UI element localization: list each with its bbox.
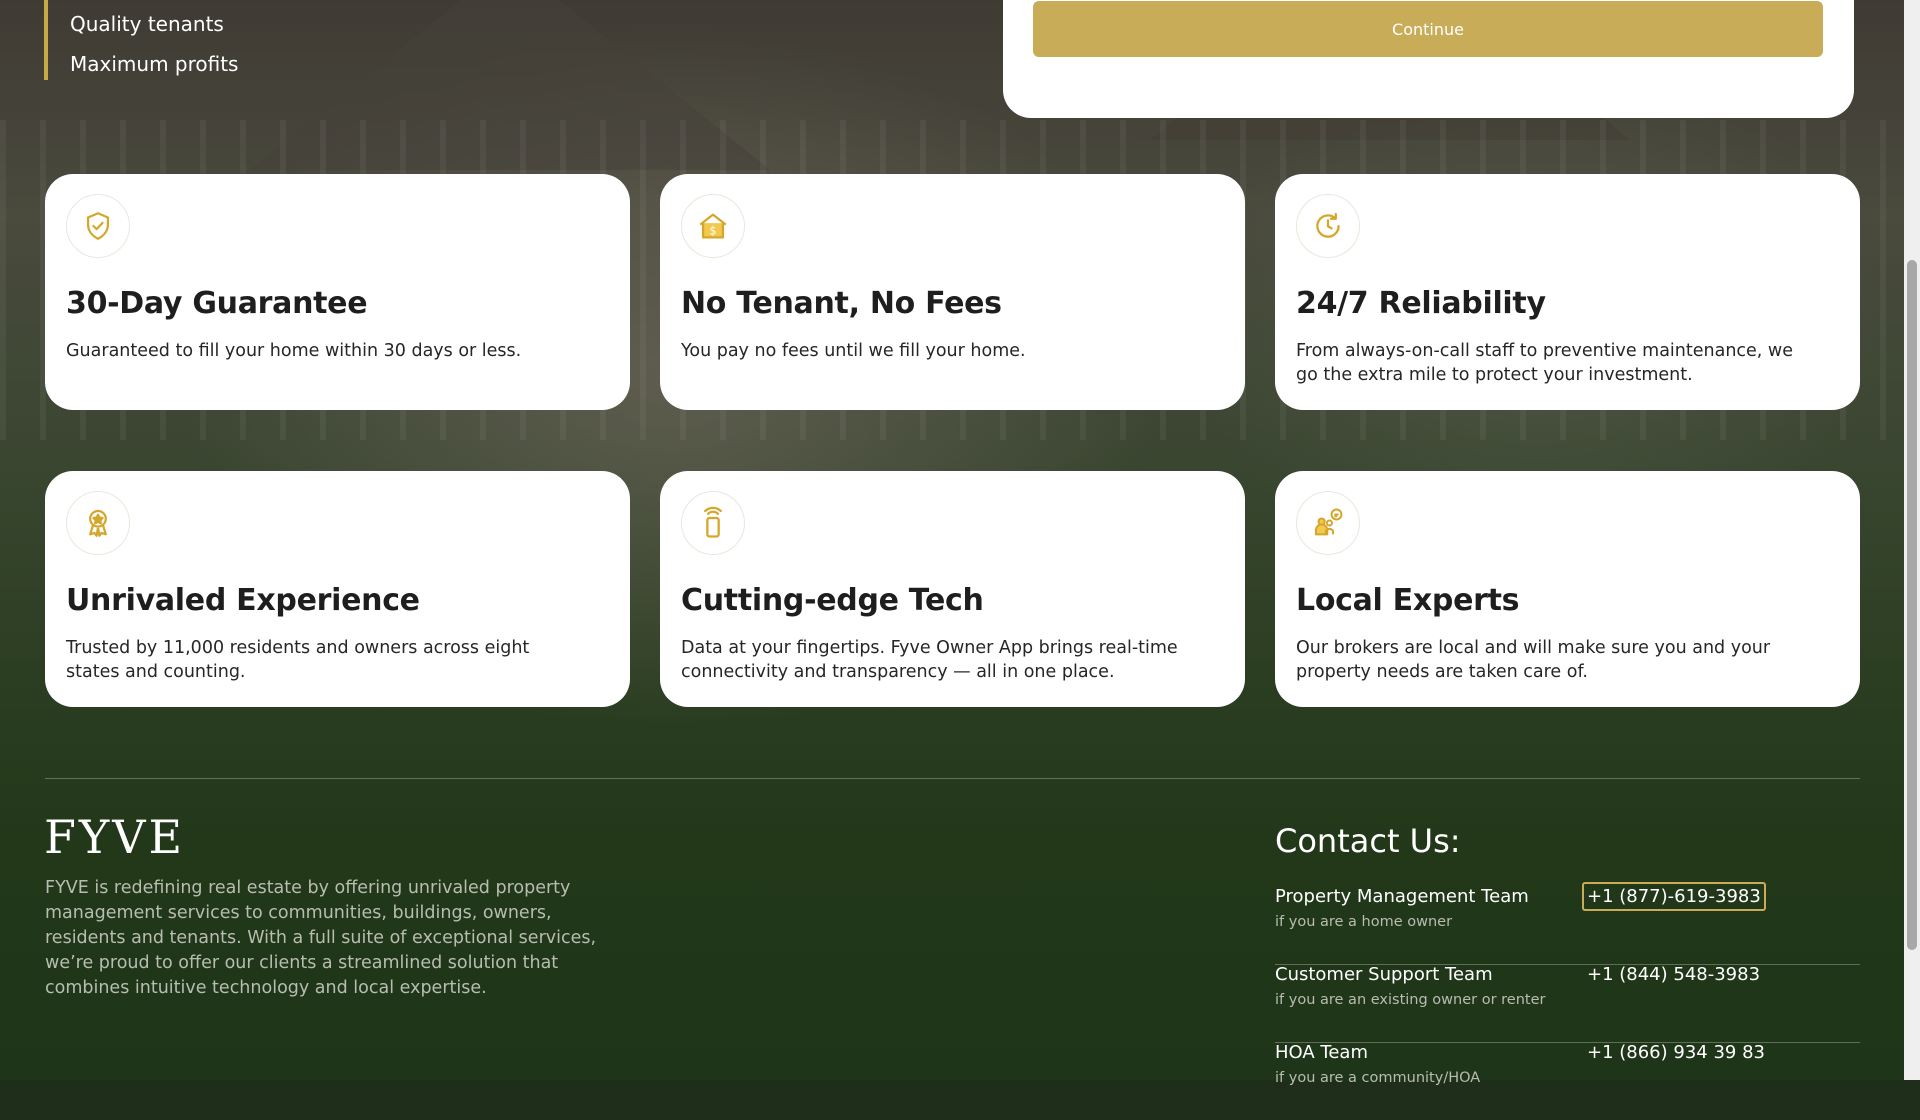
house-dollar-icon: $ bbox=[681, 194, 745, 258]
feature-title: Cutting-edge Tech bbox=[681, 583, 984, 618]
contact-team-description: if you are an existing owner or renter bbox=[1275, 992, 1546, 1008]
page-scrollbar[interactable] bbox=[1904, 0, 1920, 1080]
feature-title: Unrivaled Experience bbox=[66, 583, 420, 618]
feature-card: 30-Day Guarantee Guaranteed to fill your… bbox=[45, 174, 630, 410]
feature-title: Local Experts bbox=[1296, 583, 1520, 618]
footer-about-text: FYVE is redefining real estate by offeri… bbox=[45, 878, 597, 998]
contact-phone-link[interactable]: +1 (866) 934 39 83 bbox=[1582, 1038, 1770, 1067]
continue-button[interactable]: Continue bbox=[1033, 1, 1823, 57]
svg-text:$: $ bbox=[709, 224, 716, 238]
smartphone-signal-icon bbox=[681, 491, 745, 555]
footer-divider bbox=[45, 778, 1860, 779]
feature-title: 30-Day Guarantee bbox=[66, 286, 368, 321]
feature-description: From always-on-call staff to preventive … bbox=[1296, 341, 1794, 385]
feature-title: 24/7 Reliability bbox=[1296, 286, 1546, 321]
hero-benefit-item: Maximum profits bbox=[70, 52, 239, 76]
contact-row: HOA Team if you are a community/HOA +1 (… bbox=[1275, 1042, 1860, 1120]
award-ribbon-icon bbox=[66, 491, 130, 555]
feature-card: Cutting-edge Tech Data at your fingertip… bbox=[660, 471, 1245, 707]
feature-description: Trusted by 11,000 residents and owners a… bbox=[66, 638, 530, 682]
shield-check-icon bbox=[66, 194, 130, 258]
feature-description: Data at your fingertips. Fyve Owner App … bbox=[681, 638, 1178, 682]
contact-phone-link[interactable]: +1 (844) 548-3983 bbox=[1582, 960, 1765, 989]
contact-team-description: if you are a home owner bbox=[1275, 914, 1453, 930]
contact-row: Customer Support Team if you are an exis… bbox=[1275, 964, 1860, 1043]
hero-benefit-item: Quality tenants bbox=[70, 12, 224, 36]
feature-description: You pay no fees until we fill your home. bbox=[681, 341, 1026, 361]
feature-description: Our brokers are local and will make sure… bbox=[1296, 638, 1771, 682]
contact-team-description: if you are a community/HOA bbox=[1275, 1070, 1481, 1086]
contact-row: Property Management Team if you are a ho… bbox=[1275, 882, 1860, 965]
hero-benefit-list: Quality tenants Maximum profits bbox=[44, 0, 238, 80]
lead-form-card: Continue bbox=[1003, 0, 1854, 118]
feature-card: Local Experts Our brokers are local and … bbox=[1275, 471, 1860, 707]
clock-refresh-icon bbox=[1296, 194, 1360, 258]
contact-title: Contact Us: bbox=[1275, 822, 1461, 860]
people-chat-icon bbox=[1296, 491, 1360, 555]
feature-card: 24/7 Reliability From always-on-call sta… bbox=[1275, 174, 1860, 410]
contact-team-name: Customer Support Team bbox=[1275, 964, 1493, 985]
contact-team-name: Property Management Team bbox=[1275, 886, 1529, 907]
feature-description: Guaranteed to fill your home within 30 d… bbox=[66, 341, 522, 361]
feature-card: $ No Tenant, No Fees You pay no fees unt… bbox=[660, 174, 1245, 410]
feature-title: No Tenant, No Fees bbox=[681, 286, 1002, 321]
contact-phone-link[interactable]: +1 (877)-619-3983 bbox=[1582, 882, 1766, 911]
fyve-logo[interactable]: FYVE bbox=[44, 812, 185, 862]
contact-team-name: HOA Team bbox=[1275, 1042, 1368, 1063]
feature-card: Unrivaled Experience Trusted by 11,000 r… bbox=[45, 471, 630, 707]
scrollbar-thumb[interactable] bbox=[1907, 260, 1917, 950]
